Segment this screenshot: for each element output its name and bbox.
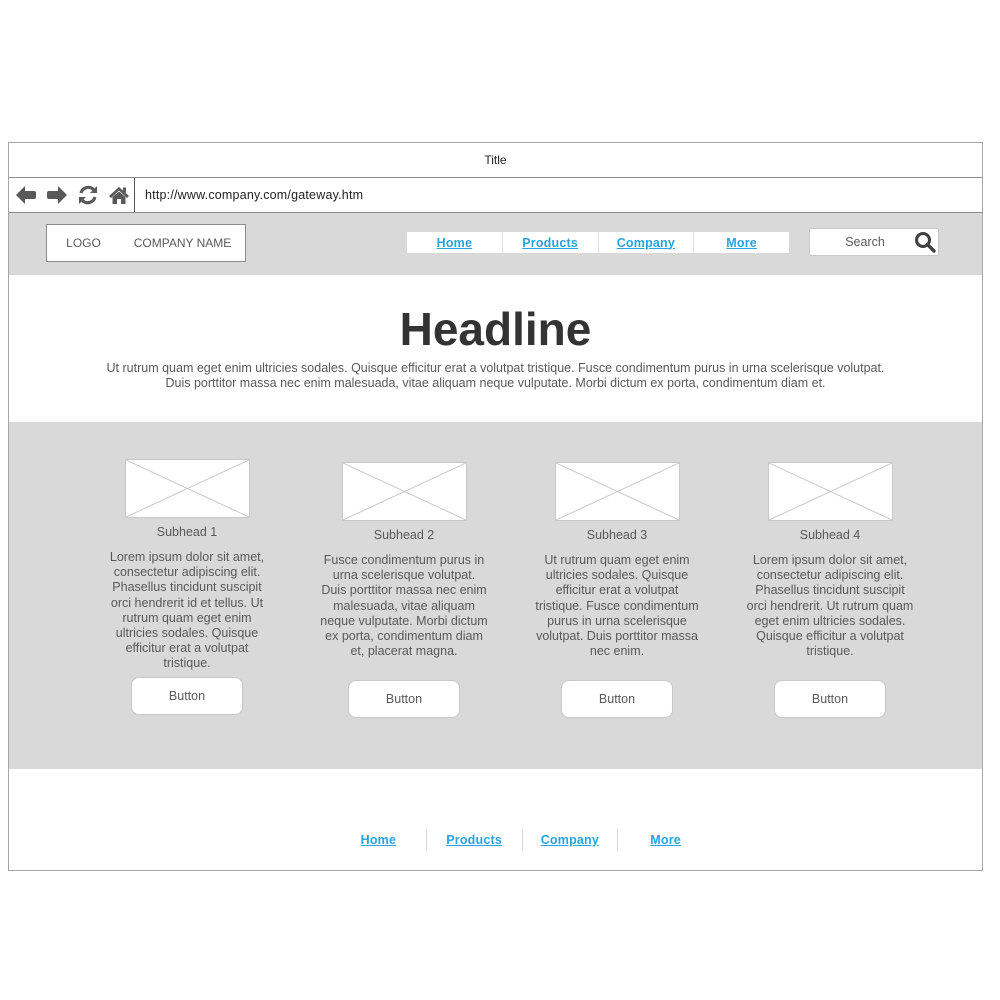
card-subhead: Subhead 1 [156, 525, 218, 539]
footer-navigation: Home Products Company More [331, 829, 713, 851]
browser-window: Title http://www.company.com/gateway.htm… [8, 142, 983, 871]
card-body: Lorem ipsum dolor sit amet, consectetur … [746, 553, 914, 659]
footer-link-products[interactable]: Products [427, 829, 523, 851]
nav-link-more[interactable]: More [694, 232, 789, 253]
search-placeholder: Search [845, 235, 885, 249]
company-name-text: COMPANY NAME [133, 236, 232, 250]
back-arrow-icon[interactable] [13, 183, 38, 207]
card-subhead: Subhead 4 [799, 528, 861, 542]
feature-cards: Subhead 1 Lorem ipsum dolor sit amet, co… [9, 422, 982, 769]
image-placeholder-icon [124, 459, 250, 518]
image-placeholder-icon [554, 462, 680, 521]
card-subhead: Subhead 3 [586, 528, 648, 542]
forward-arrow-icon[interactable] [44, 183, 69, 207]
browser-nav-controls [9, 178, 135, 212]
card-4: Subhead 4 Lorem ipsum dolor sit amet, co… [745, 462, 915, 718]
url-field[interactable]: http://www.company.com/gateway.htm [145, 178, 363, 212]
search-input[interactable]: Search [809, 228, 939, 256]
hero-text: Ut rutrum quam eget enim ultricies sodal… [106, 361, 885, 390]
footer-link-home[interactable]: Home [331, 829, 427, 851]
card-body: Fusce condimentum purus in urna sceleris… [320, 553, 488, 659]
card-button[interactable]: Button [348, 680, 460, 718]
footer-link-more[interactable]: More [618, 829, 713, 851]
logo[interactable]: LOGO [46, 224, 121, 262]
window-title: Title [484, 153, 507, 167]
image-placeholder-icon [767, 462, 893, 521]
home-icon[interactable] [106, 183, 131, 207]
refresh-icon[interactable] [75, 183, 100, 207]
company-name: COMPANY NAME [120, 224, 246, 262]
site-header: LOGO COMPANY NAME Home Products Company … [9, 213, 982, 275]
card-button[interactable]: Button [774, 680, 886, 718]
card-body: Lorem ipsum dolor sit amet, consectetur … [109, 550, 265, 671]
nav-link-company[interactable]: Company [599, 232, 695, 253]
card-subhead: Subhead 2 [373, 528, 435, 542]
nav-link-home[interactable]: Home [407, 232, 503, 253]
card-button[interactable]: Button [561, 680, 673, 718]
hero-section: Headline Ut rutrum quam eget enim ultric… [9, 275, 982, 422]
headline: Headline [399, 303, 592, 355]
logo-text: LOGO [66, 236, 101, 250]
card-button[interactable]: Button [131, 677, 243, 715]
address-bar: http://www.company.com/gateway.htm [9, 178, 982, 213]
site-footer: Home Products Company More [9, 769, 982, 870]
card-2: Subhead 2 Fusce condimentum purus in urn… [319, 462, 489, 718]
image-placeholder-icon [341, 462, 467, 521]
search-icon[interactable] [912, 229, 938, 255]
top-navigation: Home Products Company More [407, 232, 789, 253]
footer-link-company[interactable]: Company [523, 829, 619, 851]
card-1: Subhead 1 Lorem ipsum dolor sit amet, co… [102, 459, 272, 715]
nav-link-products[interactable]: Products [503, 232, 599, 253]
window-title-bar: Title [9, 143, 982, 178]
card-3: Subhead 3 Ut rutrum quam eget enim ultri… [532, 462, 702, 718]
card-body: Ut rutrum quam eget enim ultricies sodal… [535, 553, 699, 659]
